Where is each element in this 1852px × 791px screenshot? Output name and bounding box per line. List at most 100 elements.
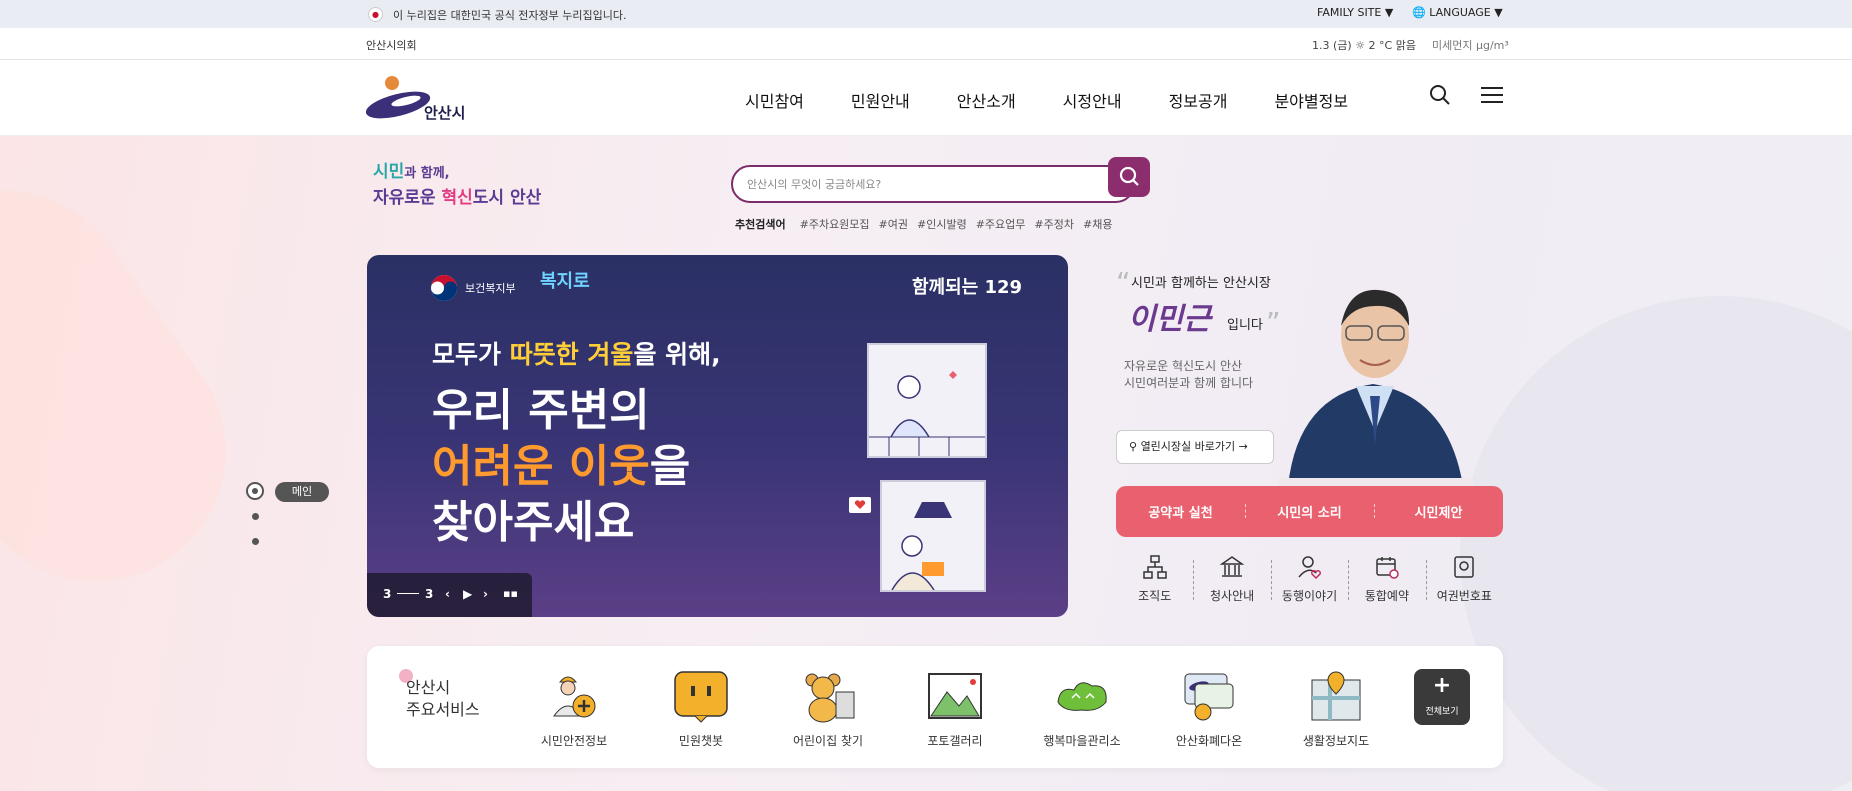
quick-links: 조직도 청사안내 동행이야기 통합예약 여권번호표 [1116,552,1503,612]
tab-citizen-proposal[interactable]: 시민제안 [1374,502,1503,521]
menu-civil[interactable]: 민원안내 [851,88,910,112]
keyword[interactable]: #여권 [879,216,908,232]
slogan-l1a: 시민 [373,162,405,182]
quick-link-org[interactable]: 조직도 [1116,552,1193,612]
family-site-button[interactable]: FAMILY SITE ▼ [1317,6,1393,19]
keyword[interactable]: #주요업무 [976,216,1026,232]
view-all-button[interactable]: + 전체보기 [1414,669,1470,725]
grid-view-icon[interactable]: ▪▪ [503,587,518,600]
service-daycare[interactable]: 어린이집 찾기 [773,668,883,749]
search-submit-button[interactable] [1108,157,1150,197]
korea-flag-icon: ● [368,7,383,22]
search-box [731,165,1135,203]
recommended-keywords: 추천검색어 #주차요원모집 #여권 #인시발령 #주요업무 #주정차 #채용 [735,216,1121,232]
service-map[interactable]: 생활정보지도 [1281,668,1391,749]
service-label: 시민안전정보 [540,734,608,748]
banner-line3b: 을 [649,441,691,492]
people-heart-icon [1297,556,1321,580]
mayor-intro: 시민과 함께하는 안산시장 [1131,276,1271,291]
service-label: 안산화폐다온 [1175,734,1243,748]
utility-bar: 안산시의회 1.3 (금) ☼ 2 °C 맑음 미세먼지 μg/m³ [0,28,1852,60]
banner-line2: 우리 주변의 [432,385,650,436]
bokjiro-logo: 복지로 [540,271,590,292]
services-title-1: 안산시 [406,678,451,697]
language-button[interactable]: 🌐 LANGUAGE ▼ [1412,6,1503,19]
gov-notice: 이 누리집은 대한민국 공식 전자정부 누리집입니다. [393,9,627,22]
section-label: 메인 [275,482,329,502]
banner-line1: 모두가 따뜻한 겨울을 위해, [432,335,721,371]
quick-link-label: 동행이야기 [1281,589,1338,603]
page-divider [397,593,419,594]
service-chatbot[interactable]: 민원챗봇 [646,668,756,749]
keywords-label: 추천검색어 [735,218,786,231]
section-dot[interactable] [252,513,259,520]
quick-link-building[interactable]: 청사안내 [1193,552,1270,612]
hamburger-menu-icon[interactable] [1481,87,1503,103]
decor-circle [1460,296,1852,791]
quick-link-passport[interactable]: 여권번호표 [1425,552,1503,612]
service-safety[interactable]: 시민안전정보 [519,668,629,749]
quick-link-label: 여권번호표 [1436,589,1492,603]
service-label: 어린이집 찾기 [792,734,864,748]
ansan-logo[interactable]: 안산시 [365,74,476,124]
calendar-icon [1376,557,1399,579]
keyword[interactable]: #채용 [1083,216,1112,232]
main-banner[interactable]: 보건복지부 복지로 함께되는 129 모두가 따뜻한 겨울을 위해, 우리 주변… [367,255,1068,617]
currency-icon [1184,673,1234,721]
next-icon[interactable]: › [483,587,488,601]
window-illustration-2 [880,480,986,592]
fine-dust-info: 미세먼지 μg/m³ [1432,39,1509,52]
section-dot-active[interactable] [246,482,264,500]
map-pin-icon [1311,671,1361,721]
mayor-link-label: 열린시장실 바로가기 [1140,440,1236,453]
search-icon[interactable] [1429,84,1451,106]
banner-line3a: 어려운 이웃 [432,441,650,492]
menu-about[interactable]: 안산소개 [957,88,1016,112]
mayor-sub2: 시민여러분과 함께 합니다 [1124,376,1254,390]
village-icon [1057,682,1107,711]
service-village[interactable]: 행복마을관리소 [1027,668,1137,749]
quick-link-label: 조직도 [1138,589,1172,603]
menu-admin[interactable]: 시정안내 [1063,88,1122,112]
mayor-name-suffix: 입니다 [1227,318,1263,333]
prev-icon[interactable]: ‹ [445,587,450,601]
slogan-l1b: 과 함께, [404,166,450,181]
keyword[interactable]: #인시발령 [917,216,967,232]
pledge-tabs: 공약과 실천 시민의 소리 시민제안 [1116,486,1503,537]
window-illustration [867,343,987,458]
page-total: 3 [425,587,434,601]
badge-129: 함께되는 129 [912,277,1023,298]
mayor-sub1: 자유로운 혁신도시 안산 [1124,359,1243,373]
page: ● 이 누리집은 대한민국 공식 전자정부 누리집입니다. FAMILY SIT… [0,0,1852,791]
teddy-bear-icon [805,673,855,723]
heart-bubble-icon [849,497,871,513]
banner-line4: 찾아주세요 [432,497,635,548]
main-menu: 시민참여 민원안내 안산소개 시정안내 정보공개 분야별정보 [745,88,1395,112]
quick-link-story[interactable]: 동행이야기 [1270,552,1348,612]
photo-icon [928,673,982,719]
tab-citizen-voice[interactable]: 시민의 소리 [1245,502,1374,521]
service-currency[interactable]: 안산화폐다온 [1154,668,1264,749]
city-slogan: 시민과 함께, 자유로운 혁신도시 안산 [373,160,543,220]
quick-link-reservation[interactable]: 통합예약 [1348,552,1425,612]
menu-info[interactable]: 정보공개 [1169,88,1228,112]
service-label: 생활정보지도 [1302,734,1370,748]
menu-citizen[interactable]: 시민참여 [745,88,804,112]
search-input[interactable] [747,178,1087,191]
keyword[interactable]: #주차요원모집 [800,216,870,232]
keyword[interactable]: #주정차 [1034,216,1074,232]
section-dot[interactable] [252,538,259,545]
slogan-l2b: 혁신 [441,188,473,208]
mayor-office-link[interactable]: ⚲ 열린시장실 바로가기 → [1116,430,1274,464]
service-label: 행복마을관리소 [1043,734,1121,748]
logo-text: 안산시 [424,104,466,122]
gov-banner: ● 이 누리집은 대한민국 공식 전자정부 누리집입니다. FAMILY SIT… [0,0,1852,28]
play-icon[interactable]: ▶ [463,587,472,601]
quick-link-label: 통합예약 [1364,589,1409,603]
mayor-name: 이민근 [1128,302,1211,337]
quick-link-label: 청사안내 [1210,589,1255,603]
council-link[interactable]: 안산시의회 [366,37,417,53]
service-gallery[interactable]: 포토갤러리 [900,668,1010,749]
tab-pledge[interactable]: 공약과 실천 [1116,502,1245,521]
menu-field[interactable]: 분야별정보 [1274,88,1348,112]
